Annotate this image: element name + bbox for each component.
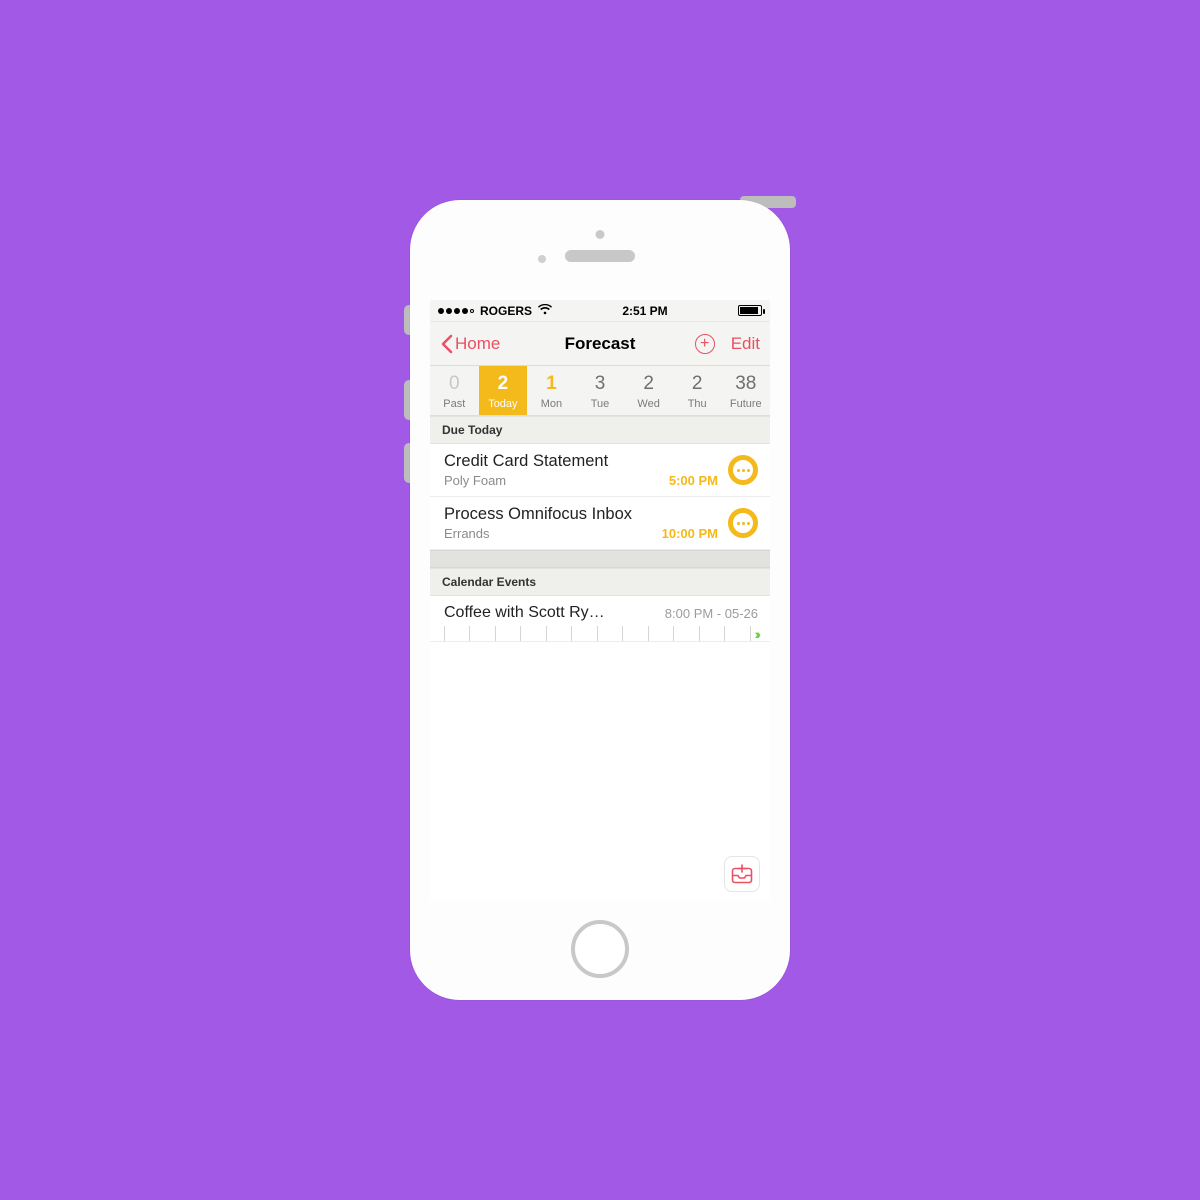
day-count: 0: [430, 372, 479, 396]
section-header-due-today: Due Today: [430, 416, 770, 444]
task-due-time: 5:00 PM: [669, 473, 718, 488]
empty-area: [430, 642, 770, 900]
day-label: Thu: [673, 398, 722, 410]
day-label: Future: [721, 398, 770, 410]
page-title: Forecast: [565, 334, 636, 354]
day-thu[interactable]: 2 Thu: [673, 366, 722, 415]
day-count: 2: [624, 372, 673, 396]
day-future[interactable]: 38 Future: [721, 366, 770, 415]
day-label: Mon: [527, 398, 576, 410]
day-count: 38: [721, 372, 770, 396]
status-bar: ROGERS 2:51 PM: [430, 300, 770, 322]
quick-inbox-button[interactable]: [724, 856, 760, 892]
edit-button[interactable]: Edit: [731, 334, 760, 354]
calendar-event-row[interactable]: Coffee with Scott Ry… 8:00 PM - 05-26: [430, 596, 770, 626]
app-screen: ROGERS 2:51 PM Home Foreca: [430, 300, 770, 900]
day-label: Past: [430, 398, 479, 410]
day-tue[interactable]: 3 Tue: [576, 366, 625, 415]
task-status-circle[interactable]: [728, 455, 758, 485]
day-count: 1: [527, 372, 576, 396]
task-due-time: 10:00 PM: [662, 526, 718, 541]
task-row[interactable]: Credit Card Statement Poly Foam 5:00 PM: [430, 444, 770, 497]
phone-device: ROGERS 2:51 PM Home Foreca: [410, 200, 790, 1000]
carrier-label: ROGERS: [480, 304, 532, 318]
plus-icon: +: [700, 336, 709, 352]
status-time: 2:51 PM: [622, 304, 667, 318]
wifi-icon: [538, 303, 552, 318]
section-header-calendar: Calendar Events: [430, 568, 770, 596]
event-time: 8:00 PM - 05-26: [665, 606, 758, 621]
task-title: Process Omnifocus Inbox: [444, 505, 718, 524]
day-count: 2: [673, 372, 722, 396]
earpiece: [565, 250, 635, 262]
section-divider: [430, 550, 770, 568]
day-count: 3: [576, 372, 625, 396]
chevron-left-icon: [440, 334, 453, 354]
day-mon[interactable]: 1 Mon: [527, 366, 576, 415]
add-button[interactable]: +: [695, 334, 715, 354]
signal-strength-icon: [438, 308, 474, 314]
event-title: Coffee with Scott Ry…: [444, 604, 605, 622]
day-today[interactable]: 2 Today: [479, 366, 528, 415]
task-row[interactable]: Process Omnifocus Inbox Errands 10:00 PM: [430, 497, 770, 550]
day-past[interactable]: 0 Past: [430, 366, 479, 415]
task-title: Credit Card Statement: [444, 452, 718, 471]
forecast-day-selector: 0 Past 2 Today 1 Mon 3 Tue 2 Wed: [430, 366, 770, 416]
home-button[interactable]: [571, 920, 629, 978]
task-status-circle[interactable]: [728, 508, 758, 538]
front-camera: [596, 230, 605, 239]
day-wed[interactable]: 2 Wed: [624, 366, 673, 415]
back-button[interactable]: Home: [440, 334, 500, 354]
task-project: Errands: [444, 526, 490, 541]
nav-bar: Home Forecast + Edit: [430, 322, 770, 366]
day-label: Tue: [576, 398, 625, 410]
day-label: Today: [479, 398, 528, 410]
fast-forward-icon[interactable]: ››: [755, 626, 758, 642]
day-label: Wed: [624, 398, 673, 410]
phone-bezel-top: [410, 200, 790, 300]
inbox-plus-icon: [731, 864, 753, 884]
battery-icon: [738, 305, 762, 316]
ellipsis-icon: [737, 522, 750, 525]
day-count: 2: [479, 372, 528, 396]
task-project: Poly Foam: [444, 473, 506, 488]
ellipsis-icon: [737, 469, 750, 472]
back-label: Home: [455, 334, 500, 354]
proximity-sensor: [538, 255, 546, 263]
event-timeline: ››: [430, 626, 770, 642]
